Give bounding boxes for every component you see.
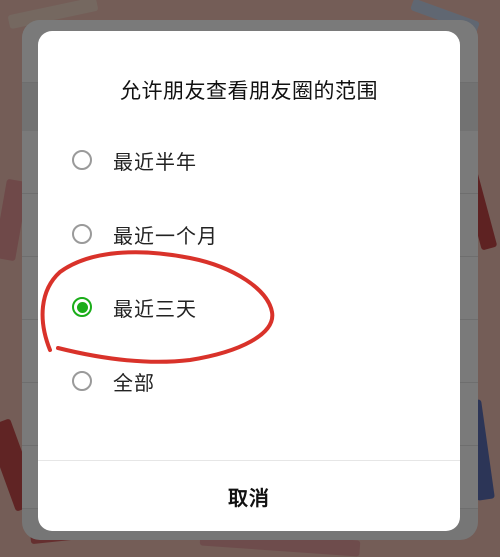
radio-button-selected[interactable] <box>72 297 92 317</box>
option-half-year[interactable]: 最近半年 <box>72 143 197 177</box>
radio-button[interactable] <box>72 371 92 391</box>
visibility-range-dialog: 允许朋友查看朋友圈的范围 最近半年 最近一个月 最近三天 全部 取消 <box>38 31 460 531</box>
cancel-button[interactable]: 取消 <box>38 461 460 531</box>
option-all[interactable]: 全部 <box>72 364 155 398</box>
option-three-days[interactable]: 最近三天 <box>72 290 197 324</box>
option-label: 最近半年 <box>113 149 197 174</box>
option-one-month[interactable]: 最近一个月 <box>72 217 218 251</box>
option-label: 最近一个月 <box>113 223 218 248</box>
dialog-title: 允许朋友查看朋友圈的范围 <box>120 79 378 103</box>
radio-button[interactable] <box>72 224 92 244</box>
option-label: 最近三天 <box>113 296 197 321</box>
option-label: 全部 <box>113 370 155 395</box>
radio-button[interactable] <box>72 150 92 170</box>
